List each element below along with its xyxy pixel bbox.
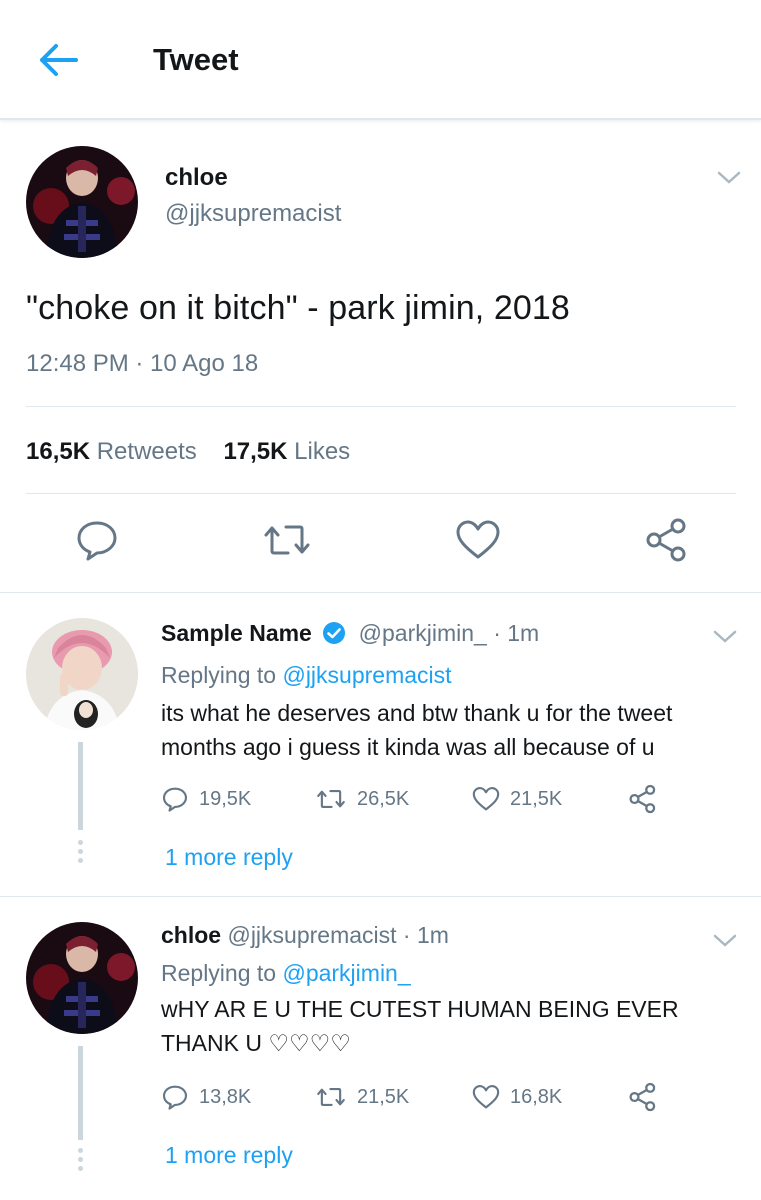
avatar[interactable] [26, 618, 138, 730]
divider [26, 493, 736, 494]
retweet-count: 26,5K [357, 787, 410, 810]
like-button[interactable]: 16,8K [472, 1082, 562, 1112]
avatar[interactable] [26, 146, 138, 258]
retweet-icon [317, 1088, 345, 1106]
divider [26, 406, 736, 407]
chevron-down-icon[interactable] [711, 932, 739, 950]
arrow-left-icon[interactable] [36, 40, 82, 80]
chevron-down-icon[interactable] [711, 628, 739, 646]
like-icon [472, 1084, 500, 1109]
replying-to: Replying to @jjksupremacist [161, 662, 452, 689]
like-count[interactable]: 17,5K [223, 438, 287, 465]
retweet-icon[interactable] [262, 517, 310, 563]
reply-text-line: wHY AR E U THE CUTEST HUMAN BEING EVER [161, 996, 679, 1022]
author-handle[interactable]: @parkjimin_ [359, 620, 487, 646]
share-icon [629, 784, 656, 814]
thread-line [78, 1046, 83, 1140]
share-button[interactable] [628, 784, 658, 814]
page-title: Tweet [153, 42, 239, 77]
reply-count: 13,8K [199, 1085, 252, 1108]
like-count: 16,8K [510, 1085, 563, 1108]
thread-dots [78, 1148, 83, 1175]
reply-icon [162, 1085, 188, 1110]
reply-header: chloe @jjksupremacist · 1m [161, 922, 449, 949]
reply-action-bar: 19,5K 26,5K 21,5K [161, 784, 681, 814]
reply-button[interactable]: 13,8K [161, 1082, 251, 1112]
author-handle[interactable]: @jjksupremacist [165, 200, 341, 228]
likes-label[interactable]: Likes [294, 438, 350, 465]
more-reply-link[interactable]: 1 more reply [165, 1142, 293, 1169]
reply-count: 19,5K [199, 787, 252, 810]
reply-icon[interactable] [74, 517, 120, 563]
reply-header: Sample Name @parkjimin_ · 1m [161, 620, 539, 651]
tweet-timestamp: 12:48 PM · 10 Ago 18 [26, 350, 259, 377]
replying-to-mention[interactable]: @parkjimin_ [282, 960, 410, 986]
like-icon[interactable] [455, 517, 501, 563]
reply-text: its what he deserves and btw thank u for… [161, 696, 751, 764]
reply-time: · 1m [402, 922, 449, 948]
reply-text: wHY AR E U THE CUTEST HUMAN BEING EVER T… [161, 992, 751, 1060]
retweet-button[interactable]: 21,5K [315, 1082, 409, 1112]
more-reply-link[interactable]: 1 more reply [165, 844, 293, 871]
retweet-count: 21,5K [357, 1085, 410, 1108]
like-icon [472, 786, 500, 811]
reply-text-line: THANK U ♡♡♡♡ [161, 1030, 351, 1056]
tweet-stats: 16,5K Retweets 17,5K Likes [26, 438, 350, 466]
share-button[interactable] [628, 1082, 658, 1112]
verified-badge-icon [322, 621, 346, 651]
author-name[interactable]: Sample Name [161, 620, 312, 646]
replying-to-mention[interactable]: @jjksupremacist [282, 662, 451, 688]
retweet-button[interactable]: 26,5K [315, 784, 409, 814]
reply-text-line: months ago i guess it kinda was all beca… [161, 734, 655, 760]
avatar[interactable] [26, 922, 138, 1034]
reply-tweet[interactable]: Sample Name @parkjimin_ · 1m Replying to… [0, 594, 761, 896]
reply-icon [162, 787, 188, 812]
reply-text-line: its what he deserves and btw thank u for… [161, 700, 673, 726]
divider [0, 592, 761, 593]
reply-tweet[interactable]: chloe @jjksupremacist · 1m Replying to @… [0, 898, 761, 1200]
thread-dots [78, 840, 83, 867]
divider [0, 896, 761, 897]
tweet-action-bar [0, 517, 761, 567]
share-icon [629, 1082, 656, 1112]
thread-line [78, 742, 83, 830]
share-icon[interactable] [644, 517, 690, 563]
retweets-label[interactable]: Retweets [97, 438, 197, 465]
replying-to: Replying to @parkjimin_ [161, 960, 411, 987]
author-handle[interactable]: @jjksupremacist [227, 922, 396, 948]
chevron-down-icon[interactable] [715, 169, 743, 187]
reply-time: · 1m [493, 620, 540, 646]
replying-to-prefix: Replying to [161, 662, 277, 688]
reply-button[interactable]: 19,5K [161, 784, 251, 814]
tweet-text: "choke on it bitch" - park jimin, 2018 [26, 289, 570, 327]
like-count: 21,5K [510, 787, 563, 810]
retweet-icon [317, 790, 345, 808]
retweet-count[interactable]: 16,5K [26, 438, 90, 465]
author-name[interactable]: chloe [165, 164, 228, 192]
replying-to-prefix: Replying to [161, 960, 277, 986]
author-name[interactable]: chloe [161, 922, 221, 948]
top-bar: Tweet [0, 0, 761, 120]
like-button[interactable]: 21,5K [472, 784, 562, 814]
reply-action-bar: 13,8K 21,5K 16,8K [161, 1082, 681, 1112]
